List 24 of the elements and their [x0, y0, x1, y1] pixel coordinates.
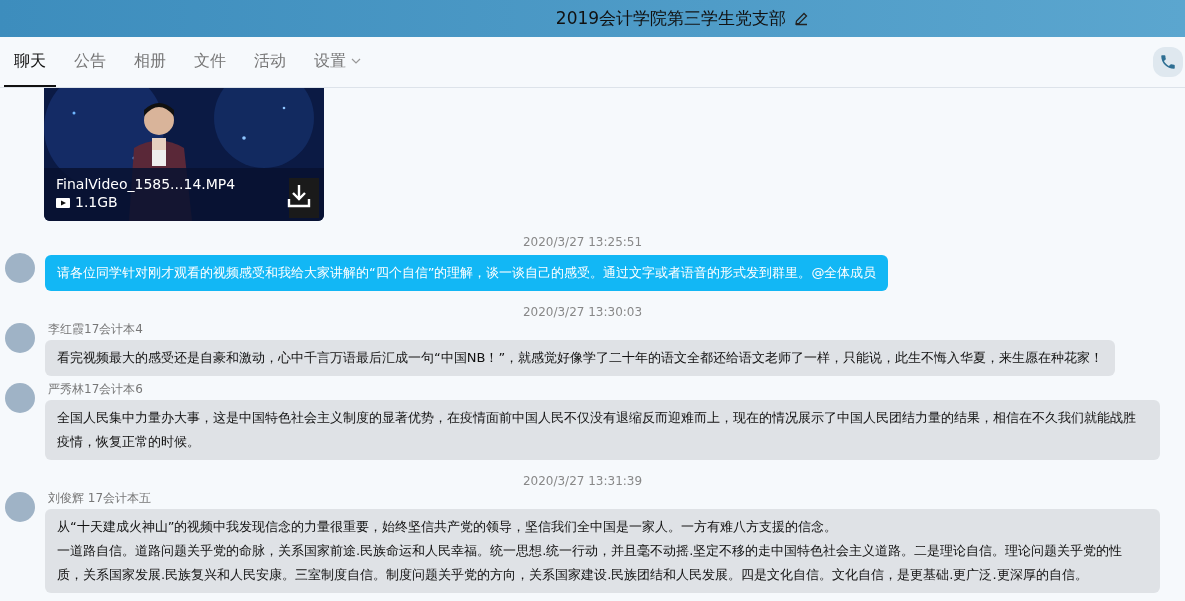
message-bubble: 全国人民集中力量办大事，这是中国特色社会主义制度的显著优势，在疫情面前中国人民不仅没有退缩反而迎难而上，现在的情况展示了中国人民团结力量的结果，相信在不久我们就能战胜疫情，恢复正常的时候。 [45, 400, 1160, 460]
message-text: 一道路自信。道路问题关乎党的命脉，关系国家前途.民族命运和人民幸福。统一思想.统一行动，并且毫不动摇.坚定不移的走中国特色社会主义道路。二是理论自信。理论问题关乎党的性质，关系国家发展.民族复兴和人民安康。三室制度自信。制度问题关乎党的方向，关系国家建设.民族团结和人民发展。四是文化自信。文化自信，是更基础.更广泛.更深厚的自信。 [57, 542, 1124, 584]
sender-name: 严秀林17会计本6 [48, 381, 143, 397]
tab[interactable]: 设置 [304, 37, 371, 87]
file-size: 1.1GB [75, 194, 118, 210]
message-bubble: 看完视频最大的感受还是自豪和激动，心中千言万语最后汇成一句“中国NB！”，就感觉好像学了二十年的语文全都还给语文老师了一样，只能说，此生不悔入华夏，来生愿在种花家！ [45, 340, 1116, 376]
tab[interactable]: 公告 [64, 37, 116, 87]
tab[interactable]: 相册 [124, 37, 176, 87]
phone-icon [1159, 53, 1177, 71]
message-bubble: 请各位同学针对刚才观看的视频感受和我给大家讲解的“四个自信”的理解，谈一谈自己的感受。通过文字或者语音的形式发到群里。@全体成员 [45, 255, 889, 291]
download-icon[interactable] [287, 184, 311, 208]
phone-button[interactable] [1153, 47, 1183, 77]
tab[interactable]: 文件 [184, 37, 236, 87]
edit-icon[interactable] [794, 11, 810, 26]
message-text: 从“十天建成火神山”的视频中我发现信念的力量很重要，始终坚信共产党的领导，坚信我们全中国是一家人。一方有难八方支援的信念。 [57, 518, 839, 536]
timestamp: 2020/3/27 13:25:51 [522, 235, 643, 249]
tab[interactable]: 活动 [244, 37, 296, 87]
sender-name: 李红霞17会计本4 [48, 321, 143, 337]
timestamp: 2020/3/27 13:31:39 [522, 474, 643, 488]
sender-name: 刘俊辉 17会计本五 [48, 490, 152, 506]
window-title: 2019会计学院第三学生党支部 [555, 7, 787, 30]
timestamp: 2020/3/27 13:30:03 [522, 305, 643, 319]
file-name: FinalVideo_1585...14.MP4 [56, 176, 236, 192]
play-icon[interactable] [56, 198, 70, 208]
